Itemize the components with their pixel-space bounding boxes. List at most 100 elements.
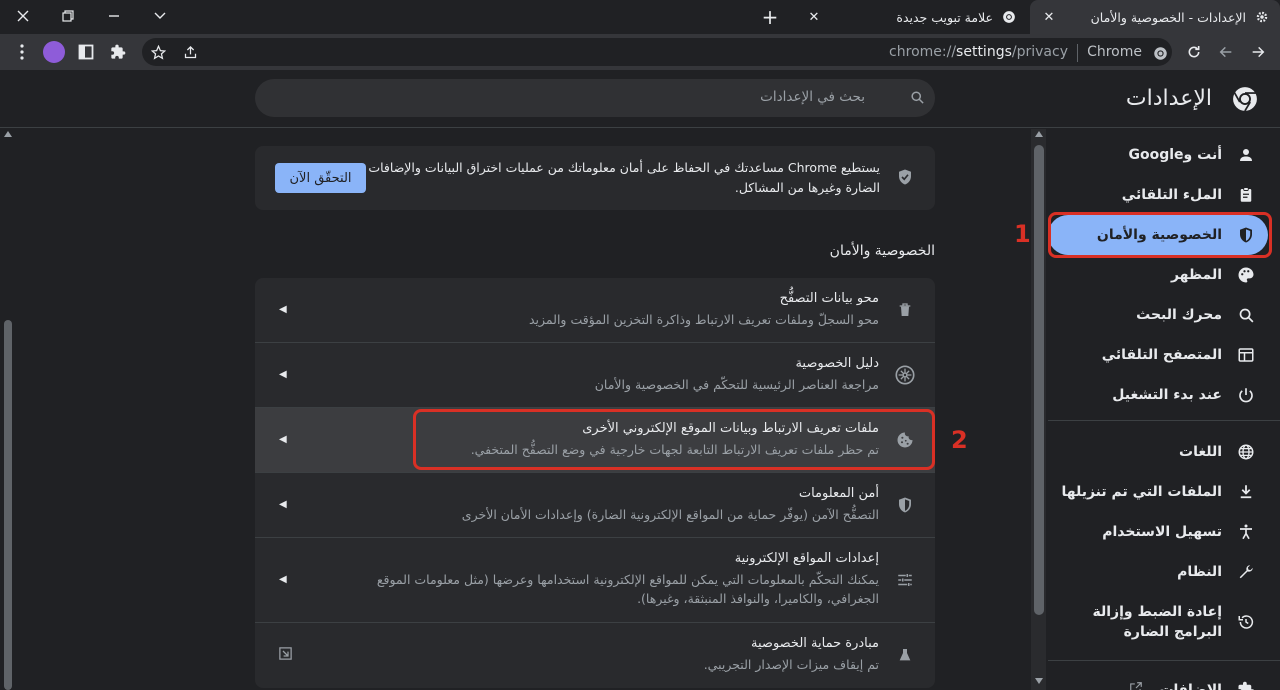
row-subtitle: مراجعة العناصر الرئيسية للتحكّم في الخصو… (594, 377, 879, 392)
download-icon (1236, 482, 1256, 502)
sidebar-item-extensions[interactable]: الإضافات (1048, 670, 1280, 690)
scrolled-header-fragment (835, 129, 905, 132)
tab-title: الإعدادات - الخصوصية والأمان (1090, 9, 1246, 25)
url-text: chrome://settings/privacy (889, 44, 1068, 60)
palette-icon (1236, 265, 1256, 285)
power-icon (1236, 385, 1256, 405)
arrow-left-icon: ◀ (279, 434, 287, 445)
browser-icon (1236, 345, 1256, 365)
sidebar-item-you-and-google[interactable]: أنت وGoogle (1048, 135, 1280, 175)
sidebar-item-label: أنت وGoogle (1128, 147, 1223, 163)
forward-arrow-icon[interactable] (1210, 34, 1242, 70)
sidebar-item-accessibility[interactable]: تسهيل الاستخدام (1048, 512, 1280, 552)
scroll-up-arrow-icon[interactable] (4, 131, 12, 137)
tab-settings[interactable]: الإعدادات - الخصوصية والأمان ✕ (1030, 0, 1280, 34)
highlight-box-2 (413, 409, 935, 470)
sidebar-item-label: إعادة الضبط وإزالة البرامج الضارة (1092, 604, 1222, 640)
row-site-settings[interactable]: إعدادات المواقع الإلكترونية يمكنك التحكّ… (255, 538, 935, 622)
external-link-icon (1129, 681, 1143, 690)
new-tab-plus-icon[interactable]: + (758, 5, 782, 29)
tune-icon (893, 568, 917, 592)
arrow-left-icon: ◀ (279, 574, 287, 585)
annotation-number-2: 2 (951, 426, 968, 454)
side-panel-icon[interactable] (70, 34, 102, 70)
row-subtitle: محو السجلّ وملفات تعريف الارتباط وذاكرة … (528, 312, 879, 327)
restore-window-icon[interactable] (45, 0, 91, 32)
sidebar-item-downloads[interactable]: الملفات التي تم تنزيلها (1048, 472, 1280, 512)
row-title: إعدادات المواقع الإلكترونية (734, 551, 879, 566)
wrench-icon (1236, 562, 1256, 582)
sidebar-item-autofill[interactable]: الملء التلقائي (1048, 175, 1280, 215)
row-clear-browsing-data[interactable]: محو بيانات التصفُّح محو السجلّ وملفات تع… (255, 278, 935, 342)
puzzle-icon (1236, 680, 1256, 690)
sidebar-item-default-browser[interactable]: المتصفح التلقائي (1048, 335, 1280, 375)
page-title: الإعدادات (1125, 86, 1212, 111)
accessibility-icon (1236, 522, 1256, 542)
flask-icon (893, 643, 917, 667)
annotation-number-1: 1 (1014, 220, 1031, 248)
row-title: أمن المعلومات (798, 486, 879, 501)
sidebar-item-reset[interactable]: إعادة الضبط وإزالة البرامج الضارة (1048, 600, 1280, 644)
search-icon (910, 90, 926, 106)
profile-avatar[interactable] (38, 34, 70, 70)
row-subtitle: التصفُّح الآمن (يوفّر حماية من المواقع ا… (461, 507, 879, 522)
sidebar-item-label: المتصفح التلقائي (1101, 347, 1222, 363)
share-icon[interactable] (180, 42, 200, 62)
settings-gear-icon (1254, 9, 1270, 25)
highlight-box-1 (1048, 212, 1272, 258)
person-icon (1236, 145, 1256, 165)
sidebar-item-label: الملء التلقائي (1121, 187, 1222, 203)
scrollbar-thumb[interactable] (4, 320, 12, 690)
row-security[interactable]: أمن المعلومات التصفُّح الآمن (يوفّر حماي… (255, 473, 935, 537)
reload-icon[interactable] (1178, 34, 1210, 70)
compass-icon (893, 363, 917, 387)
sidebar-item-appearance[interactable]: المظهر (1048, 255, 1280, 295)
sidebar-item-label: الإضافات (1159, 682, 1222, 690)
minimize-window-icon[interactable] (91, 0, 137, 32)
sidebar-divider (1048, 420, 1280, 421)
sidebar-item-on-startup[interactable]: عند بدء التشغيل (1048, 375, 1280, 415)
shield-check-icon (896, 168, 916, 188)
sidebar-item-search-engine[interactable]: محرك البحث (1048, 295, 1280, 335)
row-privacy-guide[interactable]: دليل الخصوصية مراجعة العناصر الرئيسية لل… (255, 343, 935, 407)
sidebar-divider (1048, 660, 1280, 661)
section-title: الخصوصية والأمان (829, 243, 935, 259)
scroll-up-arrow-icon[interactable] (1035, 131, 1043, 137)
close-tab-icon[interactable]: ✕ (1040, 10, 1058, 25)
check-now-button[interactable]: التحقّق الآن (275, 163, 366, 193)
arrow-left-icon: ◀ (279, 369, 287, 380)
close-window-icon[interactable] (0, 0, 46, 32)
scroll-down-arrow-icon[interactable] (1035, 678, 1043, 684)
tab-search-chevron-icon[interactable] (137, 0, 183, 32)
clipboard-icon (1236, 185, 1256, 205)
row-title: مبادرة حماية الخصوصية (751, 636, 879, 651)
restore-icon (1236, 612, 1256, 632)
content-scrollbar-thumb[interactable] (1034, 145, 1044, 615)
search-placeholder: بحث في الإعدادات (760, 89, 865, 105)
sidebar-item-label: عند بدء التشغيل (1112, 387, 1222, 403)
external-link-icon (277, 646, 293, 662)
tab-new-tab[interactable]: علامة تبويب جديدة ✕ (795, 0, 1027, 34)
sidebar-item-system[interactable]: النظام (1048, 552, 1280, 592)
row-privacy-sandbox[interactable]: مبادرة حماية الخصوصية تم إيقاف ميزات الإ… (255, 623, 935, 687)
url-divider (1077, 44, 1078, 62)
sidebar-item-label: محرك البحث (1136, 307, 1222, 323)
chrome-icon (1001, 9, 1017, 25)
bookmark-star-icon[interactable] (148, 42, 168, 62)
extensions-puzzle-icon[interactable] (102, 34, 134, 70)
globe-icon (1236, 442, 1256, 462)
shield-icon (893, 493, 917, 517)
sidebar-item-label: تسهيل الاستخدام (1102, 524, 1222, 540)
row-title: محو بيانات التصفُّح (779, 291, 879, 306)
sidebar-item-label: اللغات (1179, 444, 1222, 460)
tab-title: علامة تبويب جديدة (896, 9, 993, 25)
back-arrow-icon[interactable] (1242, 34, 1274, 70)
row-subtitle: يمكنك التحكّم بالمعلومات التي يمكن للموا… (376, 572, 879, 606)
arrow-left-icon: ◀ (279, 304, 287, 315)
close-tab-icon[interactable]: ✕ (805, 10, 823, 25)
sidebar-item-label: النظام (1177, 564, 1222, 580)
menu-dots-icon[interactable] (6, 34, 38, 70)
chrome-logo-icon (1232, 86, 1258, 112)
row-title: دليل الخصوصية (795, 356, 879, 371)
sidebar-item-languages[interactable]: اللغات (1048, 432, 1280, 472)
